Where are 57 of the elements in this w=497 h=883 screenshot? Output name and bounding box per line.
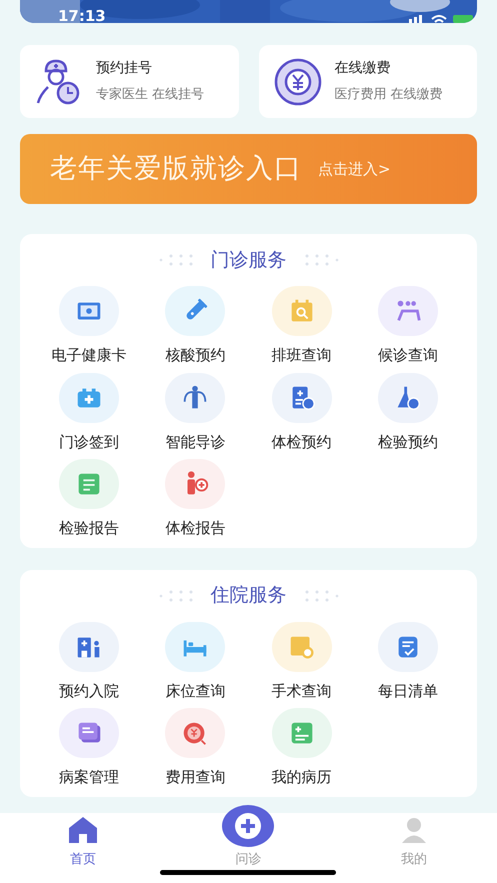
service-label: 费用查询: [165, 767, 226, 788]
service-item[interactable]: 床位查询: [142, 622, 248, 702]
service-label: 每日清单: [378, 680, 438, 702]
service-card[interactable]: 在线缴费 医疗费用 在线缴费: [258, 45, 477, 118]
service-item[interactable]: 核酸预约: [142, 286, 248, 366]
dots-icon: [158, 253, 194, 267]
service-item[interactable]: 费用查询: [142, 708, 248, 788]
service-label: 体检报告: [165, 518, 226, 539]
wifi-icon: [431, 15, 447, 23]
service-item[interactable]: 检验报告: [36, 459, 142, 540]
tab-label: 问诊: [235, 850, 262, 868]
service-item[interactable]: 检验预约: [354, 372, 461, 453]
dots-icon: [302, 253, 338, 267]
service-item[interactable]: 门诊签到: [36, 372, 142, 453]
service-label: 电子健康卡: [52, 345, 127, 366]
service-item[interactable]: 手术查询: [248, 622, 355, 702]
service-item[interactable]: 体检报告: [142, 459, 248, 540]
service-label: 智能导诊: [165, 432, 226, 452]
service-label: 检验报告: [59, 518, 120, 539]
service-label: 我的病历: [272, 767, 332, 788]
banner-title: 老年关爱版就诊入口: [50, 152, 302, 186]
service-label: 病案管理: [59, 767, 120, 788]
service-item[interactable]: 病案管理: [36, 708, 142, 788]
service-label: 床位查询: [165, 680, 226, 702]
service-label: 体检预约: [272, 432, 332, 452]
service-label: 候诊查询: [378, 345, 438, 366]
card-title: 预约挂号: [96, 59, 153, 78]
yuan-coin-icon: [272, 56, 322, 106]
card-title: 在线缴费: [334, 59, 392, 78]
dots-icon: [158, 588, 194, 602]
service-label: 门诊签到: [59, 432, 120, 452]
service-card[interactable]: 预约挂号 专家医生 在线挂号: [20, 45, 238, 118]
battery-icon: [453, 15, 473, 23]
tab-item[interactable]: 首页: [42, 816, 123, 869]
service-item[interactable]: 我的病历: [248, 708, 355, 788]
service-label: 手术查询: [272, 680, 332, 702]
section-title: 住院服务: [210, 583, 286, 608]
tab-label: 首页: [70, 850, 96, 868]
card-subtitle: 专家医生 在线挂号: [96, 86, 204, 104]
signal-icon: [409, 15, 425, 23]
service-item[interactable]: 智能导诊: [142, 372, 248, 453]
dots-icon: [302, 588, 338, 602]
status-time: 17:13: [58, 6, 106, 23]
service-item[interactable]: 体检预约: [248, 372, 355, 453]
service-label: 核酸预约: [165, 345, 226, 366]
service-item[interactable]: 电子健康卡: [36, 286, 142, 366]
service-item[interactable]: 每日清单: [354, 622, 461, 702]
service-label: 排班查询: [272, 345, 332, 366]
service-label: 检验预约: [378, 432, 438, 452]
section-title: 门诊服务: [210, 248, 286, 273]
service-label: 预约入院: [59, 680, 120, 702]
service-item[interactable]: 候诊查询: [354, 286, 461, 366]
tab-label: 我的: [401, 850, 428, 868]
service-item[interactable]: 预约入院: [36, 622, 142, 702]
card-subtitle: 医疗费用 在线缴费: [334, 86, 443, 104]
service-item[interactable]: 排班查询: [248, 286, 355, 366]
home-icon: [66, 816, 99, 844]
